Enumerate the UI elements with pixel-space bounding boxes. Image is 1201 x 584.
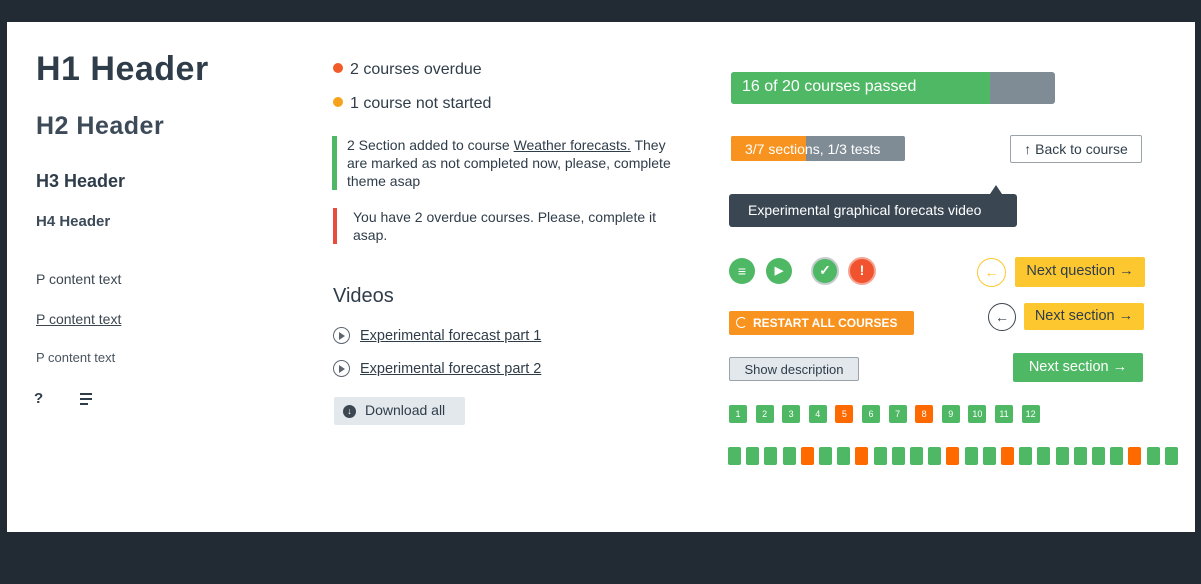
test-progress-square[interactable] bbox=[746, 447, 760, 465]
next-section-button-yellow[interactable]: Next section → bbox=[1024, 303, 1144, 330]
next-question-label: Next question bbox=[1026, 263, 1116, 279]
page-button[interactable]: 3 bbox=[782, 405, 801, 423]
courses-progress-bar: 16 of 20 courses passed bbox=[731, 72, 1055, 104]
page-button[interactable]: 5 bbox=[835, 405, 854, 423]
not-started-status: 1 course not started bbox=[333, 95, 491, 113]
video-link[interactable]: Experimental forecast part 1 bbox=[360, 328, 541, 344]
arrow-left-icon[interactable]: ← bbox=[988, 303, 1016, 331]
test-progress-square[interactable] bbox=[782, 447, 796, 465]
next-section-button-green[interactable]: Next section → bbox=[1013, 353, 1143, 382]
restart-icon bbox=[736, 317, 747, 328]
videos-title: Videos bbox=[333, 285, 394, 307]
paragraph-link[interactable]: P content text bbox=[36, 311, 121, 327]
help-icon[interactable]: ? bbox=[34, 390, 43, 407]
play-circle-icon bbox=[333, 360, 350, 377]
page-button[interactable]: 9 bbox=[941, 405, 960, 423]
restart-all-courses-button[interactable]: RESTART ALL COURSES bbox=[729, 311, 914, 335]
arrow-left-icon[interactable]: ← bbox=[977, 258, 1006, 287]
sections-progress-bar: 3/7 sections, 1/3 tests bbox=[731, 136, 905, 161]
next-section-label: Next section bbox=[1028, 359, 1109, 375]
test-progress-square[interactable] bbox=[946, 447, 960, 465]
courses-progress-label: 16 of 20 courses passed bbox=[742, 78, 917, 95]
course-link[interactable]: Weather forecasts. bbox=[514, 137, 631, 153]
download-icon: ↓ bbox=[343, 405, 356, 418]
test-progress-square[interactable] bbox=[982, 447, 996, 465]
h4-header: H4 Header bbox=[36, 213, 111, 230]
arrow-up-icon: ↑ bbox=[1024, 141, 1032, 157]
tooltip: Experimental graphical forecats video bbox=[729, 185, 1017, 227]
test-progress-square[interactable] bbox=[837, 447, 851, 465]
overdue-dot-icon bbox=[333, 63, 343, 73]
test-progress-square[interactable] bbox=[1128, 447, 1142, 465]
notice-error-bar bbox=[333, 208, 337, 244]
test-progress-square[interactable] bbox=[891, 447, 905, 465]
page-button[interactable]: 7 bbox=[888, 405, 907, 423]
video-link[interactable]: Experimental forecast part 2 bbox=[360, 361, 541, 377]
page-button[interactable]: 10 bbox=[968, 405, 987, 423]
video-item[interactable]: Experimental forecast part 2 bbox=[333, 360, 541, 377]
notice-section-added: 2 Section added to course Weather foreca… bbox=[332, 136, 677, 190]
back-to-course-button[interactable]: ↑ Back to course bbox=[1010, 135, 1142, 163]
menu-icon[interactable] bbox=[80, 393, 92, 408]
h1-header: H1 Header bbox=[36, 50, 209, 88]
notice-success-bar bbox=[332, 136, 337, 190]
back-to-course-label: Back to course bbox=[1035, 141, 1128, 157]
list-icon[interactable]: ≡ bbox=[729, 258, 755, 284]
show-description-button[interactable]: Show description bbox=[729, 357, 859, 381]
next-section-label: Next section bbox=[1034, 308, 1115, 324]
h2-header: H2 Header bbox=[36, 112, 165, 140]
alert-icon[interactable]: ! bbox=[848, 257, 876, 285]
page-button[interactable]: 2 bbox=[755, 405, 774, 423]
h3-header: H3 Header bbox=[36, 171, 126, 191]
paragraph-text: P content text bbox=[36, 271, 122, 287]
restart-all-label: RESTART ALL COURSES bbox=[753, 316, 898, 330]
next-question-button[interactable]: Next question → bbox=[1015, 257, 1145, 287]
page-button[interactable]: 8 bbox=[915, 405, 934, 423]
page-button[interactable]: 4 bbox=[808, 405, 827, 423]
arrow-right-icon: → bbox=[1118, 308, 1134, 324]
notice-overdue-text: You have 2 overdue courses. Please, comp… bbox=[353, 209, 657, 243]
test-progress-square[interactable] bbox=[764, 447, 778, 465]
test-progress-square[interactable] bbox=[1019, 447, 1033, 465]
test-progress-square[interactable] bbox=[855, 447, 869, 465]
page-button[interactable]: 1 bbox=[729, 405, 747, 423]
test-progress-square[interactable] bbox=[910, 447, 923, 465]
test-progress-square[interactable] bbox=[1146, 447, 1160, 465]
test-progress-square[interactable] bbox=[1001, 447, 1014, 465]
check-icon[interactable]: ✓ bbox=[811, 257, 839, 285]
test-progress-square[interactable] bbox=[964, 447, 978, 465]
notice-text: 2 Section added to course bbox=[347, 137, 514, 153]
test-progress-square[interactable] bbox=[1110, 447, 1124, 465]
style-guide-panel: H1 Header H2 Header H3 Header H4 Header … bbox=[7, 22, 1195, 532]
play-icon[interactable]: ▶ bbox=[766, 258, 792, 284]
test-progress-square[interactable] bbox=[873, 447, 887, 465]
test-progress-square[interactable] bbox=[1055, 447, 1069, 465]
test-progress-square[interactable] bbox=[1037, 447, 1051, 465]
test-progress-square[interactable] bbox=[800, 447, 814, 465]
test-progress-square[interactable] bbox=[1073, 447, 1087, 465]
download-all-button[interactable]: ↓ Download all bbox=[334, 397, 465, 425]
test-progress-square[interactable] bbox=[1092, 447, 1105, 465]
video-item[interactable]: Experimental forecast part 1 bbox=[333, 327, 541, 344]
overdue-status-text: 2 courses overdue bbox=[350, 61, 482, 78]
arrow-right-icon: → bbox=[1112, 359, 1128, 375]
notice-overdue: You have 2 overdue courses. Please, comp… bbox=[333, 208, 673, 244]
overdue-status: 2 courses overdue bbox=[333, 61, 482, 79]
play-circle-icon bbox=[333, 327, 350, 344]
test-progress-square[interactable] bbox=[728, 447, 741, 465]
page-button[interactable]: 12 bbox=[1021, 405, 1040, 423]
arrow-right-icon: → bbox=[1119, 263, 1134, 279]
sections-progress-label: 3/7 sections, 1/3 tests bbox=[745, 141, 881, 157]
download-all-label: Download all bbox=[365, 402, 446, 418]
not-started-dot-icon bbox=[333, 97, 343, 107]
test-progress-square[interactable] bbox=[928, 447, 942, 465]
paragraph-small-text: P content text bbox=[36, 350, 116, 365]
test-progress-square[interactable] bbox=[819, 447, 832, 465]
page-button[interactable]: 11 bbox=[995, 405, 1013, 423]
not-started-status-text: 1 course not started bbox=[350, 95, 492, 112]
page-button[interactable]: 6 bbox=[862, 405, 880, 423]
test-progress-square[interactable] bbox=[1164, 447, 1178, 465]
